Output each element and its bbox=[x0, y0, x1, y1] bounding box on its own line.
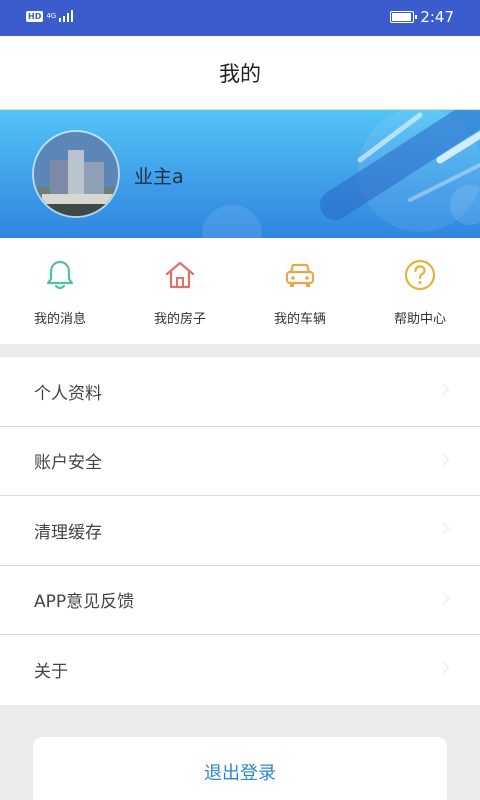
menu-label: 关于 bbox=[34, 662, 68, 683]
menu-label: 个人资料 bbox=[34, 383, 102, 404]
battery-icon bbox=[390, 11, 418, 23]
title-bar: 我的 bbox=[0, 36, 480, 110]
menu-label: 清理缓存 bbox=[34, 522, 102, 543]
quick-item-vehicle[interactable]: 我的车辆 bbox=[240, 238, 360, 344]
menu-item-clear-cache[interactable]: 清理缓存 bbox=[0, 496, 480, 566]
logout-button[interactable]: 退出登录 bbox=[33, 737, 447, 800]
quick-label: 我的消息 bbox=[33, 312, 86, 327]
logout-label: 退出登录 bbox=[204, 763, 276, 784]
profile-banner[interactable]: 业主a bbox=[0, 110, 480, 238]
help-icon bbox=[404, 259, 436, 291]
house-icon bbox=[165, 261, 195, 289]
menu-item-feedback[interactable]: APP意见反馈 bbox=[0, 566, 480, 635]
chevron-right-icon bbox=[437, 522, 450, 535]
menu-item-profile[interactable]: 个人资料 bbox=[0, 357, 480, 427]
menu-label: 账户安全 bbox=[34, 453, 102, 474]
network-type: 4G bbox=[46, 11, 57, 20]
menu-item-about[interactable]: 关于 bbox=[0, 635, 480, 705]
quick-label: 帮助中心 bbox=[393, 312, 446, 327]
signal-icon bbox=[59, 10, 74, 22]
quick-item-help[interactable]: 帮助中心 bbox=[360, 238, 480, 344]
car-icon bbox=[285, 263, 315, 287]
avatar[interactable] bbox=[32, 130, 120, 218]
quick-actions: 我的消息 我的房子 我的车辆 帮助中心 bbox=[0, 238, 480, 344]
clock: 2:47 bbox=[420, 8, 454, 26]
menu-label: APP意见反馈 bbox=[34, 592, 135, 613]
hd-badge: HD bbox=[26, 10, 44, 22]
quick-label: 我的房子 bbox=[153, 312, 206, 327]
chevron-right-icon bbox=[437, 452, 450, 466]
settings-menu: 个人资料 账户安全 清理缓存 APP意见反馈 关于 bbox=[0, 357, 480, 705]
quick-label: 我的车辆 bbox=[273, 312, 326, 327]
chevron-right-icon bbox=[437, 591, 450, 605]
quick-item-messages[interactable]: 我的消息 bbox=[0, 238, 120, 344]
bell-icon bbox=[46, 260, 74, 290]
username: 业主a bbox=[134, 166, 184, 188]
status-right: 2:47 bbox=[390, 8, 454, 26]
page-title: 我的 bbox=[219, 61, 261, 86]
menu-item-account-security[interactable]: 账户安全 bbox=[0, 427, 480, 496]
status-left: HD 4G bbox=[26, 10, 75, 22]
chevron-right-icon bbox=[437, 383, 450, 396]
status-bar: HD 4G 2:47 bbox=[0, 0, 480, 36]
quick-item-house[interactable]: 我的房子 bbox=[120, 238, 240, 344]
building-photo bbox=[34, 132, 118, 216]
chevron-right-icon bbox=[437, 661, 450, 674]
